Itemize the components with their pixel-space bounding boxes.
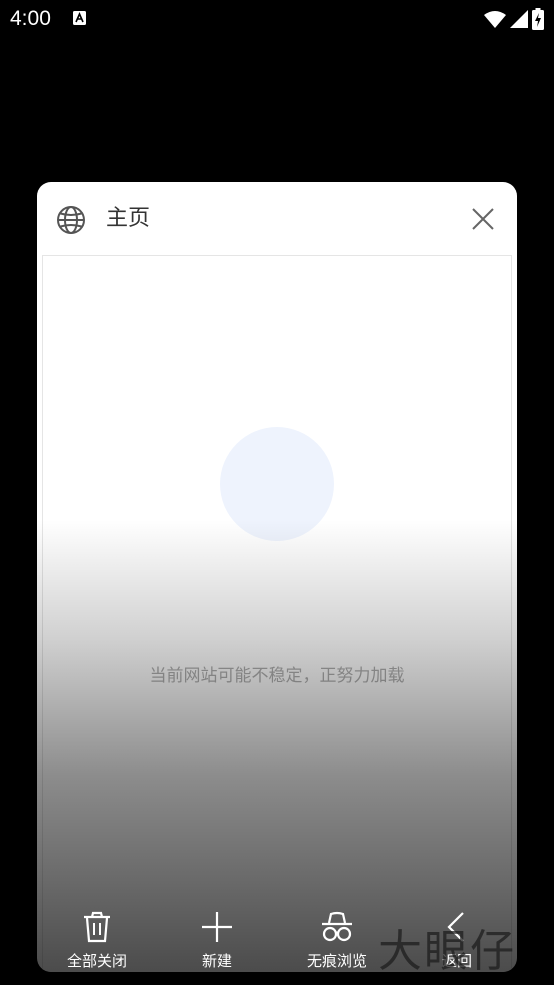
- trash-icon: [84, 911, 110, 943]
- wifi-icon: [484, 11, 506, 28]
- loading-placeholder: [220, 427, 334, 541]
- signal-icon: [510, 10, 528, 28]
- screen: 4:00 主页 当前网站可能不稳定，正努力加载 全部关闭 新建 无痕浏览 返回 …: [0, 0, 554, 985]
- status-time: 4:00: [10, 7, 51, 30]
- tab-card[interactable]: 主页 当前网站可能不稳定，正努力加载: [37, 182, 517, 972]
- incognito-icon: [322, 911, 352, 942]
- tab-title: 主页: [106, 206, 151, 231]
- tab-preview[interactable]: 当前网站可能不稳定，正努力加载: [42, 255, 512, 972]
- tab-close-button[interactable]: [467, 203, 499, 235]
- new-tab-button[interactable]: 新建: [167, 910, 267, 974]
- incognito-button[interactable]: 无痕浏览: [287, 910, 387, 974]
- new-tab-label: 新建: [201, 952, 232, 970]
- battery-icon: [532, 8, 544, 30]
- status-bar: 4:00: [0, 0, 554, 40]
- incognito-label: 无痕浏览: [306, 952, 367, 970]
- watermark: 大眼仔: [378, 926, 516, 977]
- close-all-label: 全部关闭: [66, 952, 127, 970]
- close-icon: [472, 208, 494, 230]
- loading-message: 当前网站可能不稳定，正努力加载: [149, 666, 405, 686]
- globe-icon: [57, 206, 85, 234]
- a-notification-icon: [73, 11, 86, 25]
- plus-icon: [202, 912, 232, 942]
- tab-header: 主页: [37, 182, 517, 255]
- close-all-button[interactable]: 全部关闭: [47, 910, 147, 974]
- status-icons: [484, 8, 544, 30]
